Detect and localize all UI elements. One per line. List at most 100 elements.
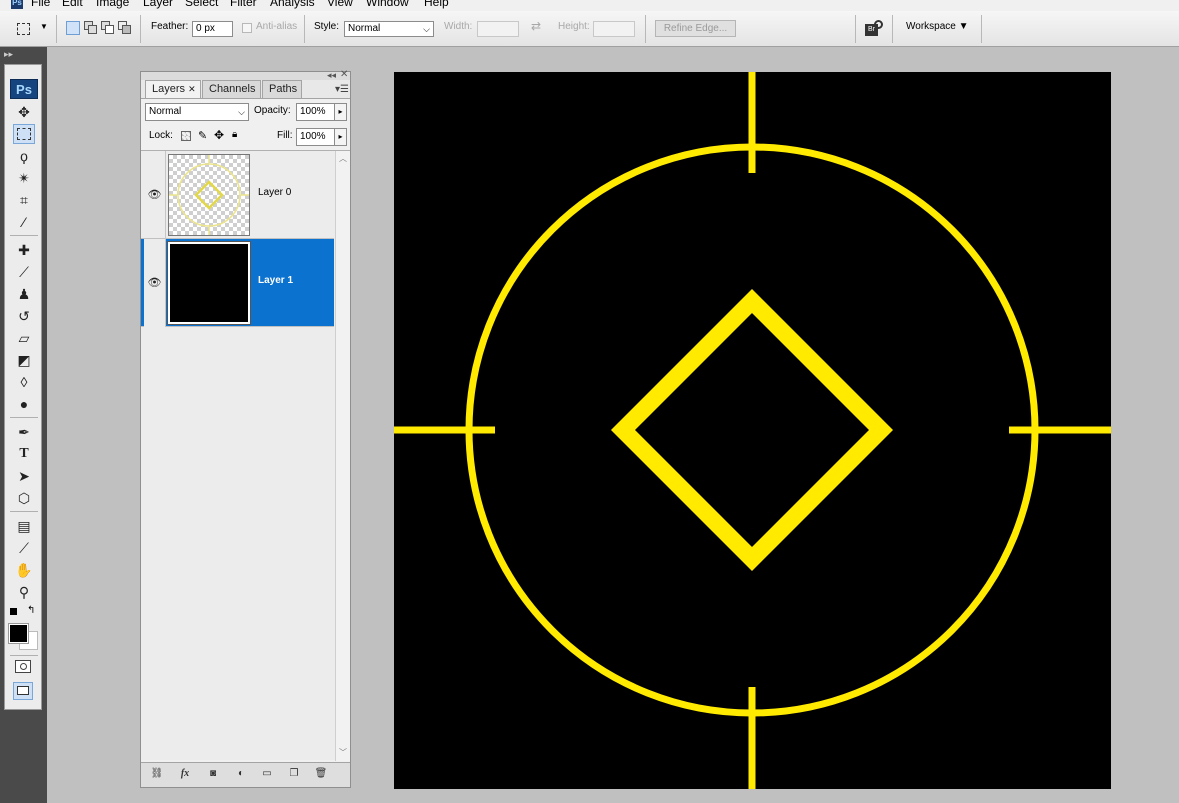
tab-channels[interactable]: Channels bbox=[202, 80, 261, 98]
blend-mode-select[interactable]: Normal ⌵ bbox=[145, 103, 249, 121]
height-input[interactable] bbox=[593, 21, 635, 37]
panel-title-bar[interactable]: ◂◂ ✕ bbox=[141, 69, 350, 81]
panel-menu-icon[interactable]: ▾☰ bbox=[335, 84, 349, 95]
layer-name[interactable]: Layer 0 bbox=[258, 187, 291, 198]
lock-all-icon[interactable]: 🔒︎ bbox=[232, 129, 237, 140]
fill-slider-button[interactable]: ▸ bbox=[334, 128, 347, 146]
antialias-checkbox[interactable] bbox=[242, 23, 252, 33]
layer-name[interactable]: Layer 1 bbox=[258, 275, 293, 286]
menu-analysis[interactable]: Analysis bbox=[270, 0, 315, 9]
default-colors-icon[interactable] bbox=[10, 608, 17, 615]
menu-layer[interactable]: Layer bbox=[143, 0, 173, 9]
add-to-selection-icon[interactable] bbox=[84, 21, 98, 35]
add-mask-icon[interactable]: ◙ bbox=[205, 768, 221, 782]
bridge-icon[interactable]: Br bbox=[864, 20, 886, 38]
menu-help[interactable]: Help bbox=[424, 0, 449, 9]
separator bbox=[304, 15, 305, 43]
menu-edit[interactable]: Edit bbox=[62, 0, 83, 9]
height-label: Height: bbox=[558, 21, 590, 32]
menu-file[interactable]: File bbox=[31, 0, 50, 9]
move-tool-icon[interactable]: ✥ bbox=[13, 102, 35, 122]
width-input[interactable] bbox=[477, 21, 519, 37]
visibility-eye-icon[interactable]: 👁︎ bbox=[144, 151, 166, 239]
healing-brush-tool-icon[interactable]: ✚ bbox=[13, 240, 35, 260]
notes-tool-icon[interactable]: ▤ bbox=[13, 516, 35, 536]
style-select[interactable]: Normal ⌵ bbox=[344, 21, 434, 37]
paint-bucket-tool-icon[interactable]: ◩ bbox=[13, 350, 35, 370]
menu-filter[interactable]: Filter bbox=[230, 0, 257, 9]
layer-style-fx-icon[interactable]: fx bbox=[177, 768, 193, 782]
layer-row-1[interactable]: 👁︎ Layer 1 bbox=[141, 239, 334, 327]
foreground-color-swatch[interactable] bbox=[8, 623, 29, 644]
crosshair-circle bbox=[465, 143, 1039, 717]
feather-label: Feather: bbox=[151, 21, 189, 32]
marquee-tool-icon[interactable] bbox=[13, 124, 35, 144]
blur-tool-icon[interactable]: ◊ bbox=[13, 372, 35, 392]
fill-input[interactable]: 100% bbox=[296, 128, 335, 146]
feather-input[interactable]: 0 px bbox=[192, 21, 233, 37]
slice-tool-icon[interactable]: ⁄ bbox=[13, 212, 35, 232]
magic-wand-tool-icon[interactable]: ✴ bbox=[13, 168, 35, 188]
subtract-from-selection-icon[interactable] bbox=[101, 21, 115, 35]
tool-preset-picker[interactable]: ▼ bbox=[14, 21, 48, 37]
lock-transparency-icon[interactable] bbox=[181, 131, 191, 141]
separator bbox=[855, 15, 856, 43]
lock-pixels-icon[interactable]: ✎ bbox=[198, 129, 207, 142]
menu-view[interactable]: View bbox=[327, 0, 353, 9]
workspace-menu[interactable]: Workspace ▼ bbox=[906, 21, 969, 32]
type-tool-icon[interactable]: T bbox=[13, 444, 35, 464]
lock-label: Lock: bbox=[149, 130, 173, 141]
tab-layers-label: Layers bbox=[152, 83, 186, 95]
refine-edge-button[interactable]: Refine Edge... bbox=[655, 20, 736, 37]
menu-select[interactable]: Select bbox=[185, 0, 218, 9]
width-label: Width: bbox=[444, 21, 473, 32]
layers-scrollbar[interactable]: ︿ ﹀ bbox=[335, 151, 350, 761]
dodge-tool-icon[interactable]: ● bbox=[13, 394, 35, 414]
scroll-down-icon[interactable]: ﹀ bbox=[336, 746, 350, 760]
opacity-slider-button[interactable]: ▸ bbox=[334, 103, 347, 121]
eyedropper-tool-icon[interactable]: ⟋ bbox=[13, 538, 35, 558]
link-layers-icon[interactable]: ⛓ bbox=[149, 768, 165, 782]
scroll-up-icon[interactable]: ︿ bbox=[336, 152, 350, 166]
screen-mode-icon[interactable] bbox=[13, 682, 33, 700]
swap-colors-icon[interactable]: ↰ bbox=[27, 605, 35, 616]
lock-position-icon[interactable]: ✥ bbox=[214, 128, 224, 142]
zoom-tool-icon[interactable]: ⚲ bbox=[13, 582, 35, 602]
new-layer-icon[interactable]: ❐ bbox=[286, 768, 302, 782]
delete-layer-icon[interactable]: 🗑︎ bbox=[313, 768, 329, 782]
menu-image[interactable]: Image bbox=[96, 0, 129, 9]
intersect-selection-icon[interactable] bbox=[118, 21, 132, 35]
pen-tool-icon[interactable]: ✒ bbox=[13, 422, 35, 442]
shape-tool-icon[interactable]: ⬡ bbox=[13, 488, 35, 508]
opacity-input[interactable]: 100% bbox=[296, 103, 335, 121]
adjustment-layer-icon[interactable]: ◐ bbox=[233, 768, 249, 782]
layer-0-thumbnail-art bbox=[169, 155, 249, 235]
close-tab-icon[interactable]: ✕ bbox=[188, 84, 196, 94]
layer-row-0[interactable]: 👁︎ Layer 0 bbox=[141, 151, 334, 239]
history-brush-tool-icon[interactable]: ↺ bbox=[13, 306, 35, 326]
chevron-down-icon: ▼ bbox=[40, 22, 48, 31]
document-canvas[interactable] bbox=[394, 72, 1111, 789]
close-panel-icon[interactable]: ✕ bbox=[340, 69, 348, 80]
swap-dimensions-icon[interactable]: ⇄ bbox=[531, 19, 541, 33]
new-group-icon[interactable]: ▭ bbox=[259, 768, 275, 782]
tab-layers[interactable]: Layers ✕ bbox=[145, 80, 201, 98]
path-selection-tool-icon[interactable]: ➤ bbox=[13, 466, 35, 486]
fill-label: Fill: bbox=[277, 130, 293, 141]
clone-stamp-tool-icon[interactable]: ♟ bbox=[13, 284, 35, 304]
expand-toolbox-icon[interactable]: ▸▸ bbox=[4, 49, 13, 60]
options-bar: ▼ Feather: 0 px Anti-alias Style: Normal… bbox=[0, 11, 1179, 47]
crop-tool-icon[interactable]: ⌗ bbox=[13, 190, 35, 210]
quick-mask-icon[interactable] bbox=[15, 660, 31, 673]
eraser-tool-icon[interactable]: ▱ bbox=[13, 328, 35, 348]
new-selection-icon[interactable] bbox=[66, 21, 80, 35]
visibility-eye-icon[interactable]: 👁︎ bbox=[144, 239, 166, 327]
lasso-tool-icon[interactable]: ϙ bbox=[13, 146, 35, 166]
menu-window[interactable]: Window bbox=[366, 0, 409, 9]
collapse-panel-icon[interactable]: ◂◂ bbox=[327, 70, 336, 81]
brush-tool-icon[interactable]: ⟋ bbox=[13, 262, 35, 282]
hand-tool-icon[interactable]: ✋ bbox=[13, 560, 35, 580]
tab-paths[interactable]: Paths bbox=[262, 80, 302, 98]
layers-panel-footer: ⛓ fx ◙ ◐ ▭ ❐ 🗑︎ bbox=[141, 762, 350, 787]
layers-panel: ◂◂ ✕ Layers ✕ Channels Paths ▾☰ Normal ⌵… bbox=[140, 69, 351, 788]
